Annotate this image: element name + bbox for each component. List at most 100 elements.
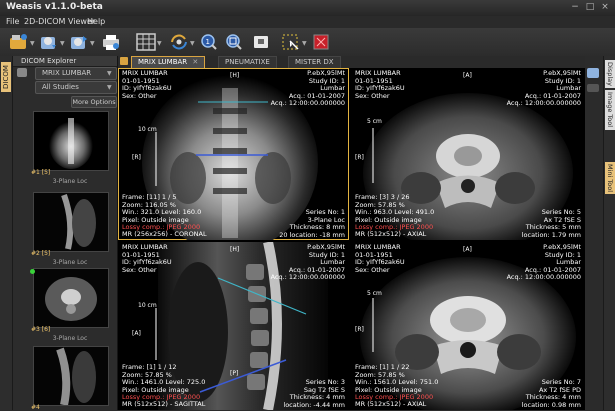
open-dicom-button[interactable] — [8, 32, 30, 52]
tool-icon[interactable] — [587, 68, 599, 78]
loaded-indicator — [30, 269, 35, 274]
tab-label: PNEUMATIXE — [225, 58, 270, 66]
series-info-overlay: Series No: 3 Sag T2 fSE S Thickness: 4 m… — [283, 378, 345, 409]
import-icon — [41, 37, 56, 49]
export-button[interactable] — [68, 32, 90, 52]
tab-mister-dx[interactable]: MISTER DX — [288, 56, 341, 68]
series-thumbnail-2[interactable] — [33, 192, 109, 252]
minimize-button[interactable]: − — [570, 2, 580, 12]
studies-select[interactable]: All Studies ▼ — [35, 81, 117, 94]
chevron-down-icon: ▼ — [107, 70, 112, 77]
scale-label: 5 cm — [367, 118, 382, 125]
orientation-left: [A] — [132, 330, 141, 337]
viewport-sagittal[interactable]: MRIX LUMBAR 01-01-1951 ID: yIfYf6zak6U S… — [118, 242, 349, 410]
close-record-button[interactable] — [310, 32, 332, 52]
studies-select-value: All Studies — [42, 83, 79, 91]
chevron-down-icon[interactable]: ▼ — [302, 40, 308, 47]
thumbnail-number: #3 [6] — [31, 326, 51, 333]
close-button[interactable]: × — [600, 2, 610, 12]
sync-icon — [171, 34, 187, 50]
modality-info: MR (512x512) - AXIAL — [355, 400, 427, 408]
orientation-top: [H] — [230, 72, 240, 79]
tool-icon[interactable] — [587, 84, 599, 92]
screenshot-icon — [254, 36, 268, 48]
tab-pneumatixe[interactable]: PNEUMATIXE — [218, 56, 277, 68]
patient-select-value: MRIX LUMBAR — [42, 69, 92, 77]
print-button[interactable] — [100, 32, 122, 52]
thumb-sagittal — [34, 193, 108, 251]
scale-label: 10 cm — [138, 302, 157, 309]
orientation-top: [H] — [230, 246, 240, 253]
series-thumbnail-4[interactable] — [33, 346, 109, 406]
export-icon — [71, 36, 87, 49]
frame-info-overlay: Frame: [11] 1 / 5 Zoom: 116.05 % Win.: 3… — [122, 193, 202, 224]
measure-button[interactable] — [280, 32, 302, 52]
toolbar: ▼ ▼ ▼ ▼ ▼ 1 ▼ — [0, 28, 615, 57]
series-info-overlay: Series No: 7 Ax T2 fSE PD Thickness: 4 m… — [521, 378, 581, 409]
viewport-axial-1[interactable]: MRIX LUMBAR 01-01-1951 ID: yIfYf6zak6U S… — [351, 68, 585, 240]
tab-mini-tool[interactable]: Mini Tool — [605, 162, 615, 194]
study-info-overlay: P.ebX,95lMt Study ID: 1 Lumbar Acq.: 01-… — [506, 243, 581, 281]
screenshot-button[interactable] — [250, 32, 272, 52]
viewport-axial-2[interactable]: MRIX LUMBAR 01-01-1951 ID: yIfYf6zak6U S… — [351, 242, 585, 410]
thumb-sagittal-2 — [34, 347, 108, 405]
tab-dicom[interactable]: DICOM — [1, 62, 11, 92]
tab-image-tool[interactable]: Image Tool — [605, 90, 615, 130]
layout-button[interactable] — [135, 32, 157, 52]
patient-icon — [17, 68, 27, 77]
tab-display[interactable]: Display — [605, 60, 615, 88]
import-button[interactable] — [38, 32, 60, 52]
frame-info-overlay: Frame: [1] 1 / 22 Zoom: 57.85 % Win.: 15… — [355, 363, 439, 394]
zoom-fit-button[interactable] — [223, 32, 245, 52]
dicom-explorer-panel: DICOM Explorer MRIX LUMBAR ▼ All Studies… — [13, 56, 118, 411]
viewer-grid: MRIX LUMBAR 01-01-1951 ID: yIfYf6zak6U S… — [118, 68, 585, 410]
layout-grid-icon — [136, 33, 156, 51]
maximize-button[interactable]: □ — [585, 2, 595, 12]
menu-dicom-viewer[interactable]: 2D-DICOM Viewer — [24, 17, 95, 26]
orientation-left: [R] — [355, 154, 364, 161]
menu-bar: File 2D-DICOM Viewer Help — [0, 16, 615, 28]
viewport-coronal[interactable]: MRIX LUMBAR 01-01-1951 ID: yIfYf6zak6U S… — [118, 68, 349, 240]
image-tab-bar: MRIX LUMBAR ✕ PNEUMATIXE MISTER DX — [118, 56, 585, 68]
series-thumbnail-1[interactable] — [33, 111, 109, 171]
zoom-button[interactable]: 1 — [198, 32, 220, 52]
thumbnail-caption: 3-Plane Loc — [52, 335, 88, 342]
explorer-header: DICOM Explorer — [13, 56, 117, 67]
patient-info-overlay: MRIX LUMBAR 01-01-1951 ID: yIfYf6zak6U S… — [355, 69, 405, 100]
explorer-title: DICOM Explorer — [21, 57, 77, 65]
modality-info: MR (512x512) - SAGITTAL — [122, 400, 206, 408]
open-dicom-icon — [10, 34, 27, 49]
measure-icon — [282, 34, 299, 50]
series-thumbnail-3[interactable] — [33, 268, 109, 328]
sync-button[interactable] — [168, 32, 190, 52]
more-options-button[interactable]: More Options — [71, 96, 117, 108]
thumbnail-caption: 3-Plane Loc — [52, 178, 88, 185]
right-tab-strip: Display Image Tool Mini Tool — [603, 56, 615, 410]
chevron-down-icon[interactable]: ▼ — [190, 40, 196, 47]
chevron-down-icon[interactable]: ▼ — [90, 40, 96, 47]
orientation-bottom: [P] — [230, 370, 239, 377]
scale-label: 10 cm — [138, 126, 157, 133]
tab-close-icon[interactable]: ✕ — [192, 58, 198, 66]
chevron-down-icon: ▼ — [107, 84, 112, 91]
menu-help[interactable]: Help — [87, 17, 105, 26]
tab-mrix-lumbar[interactable]: MRIX LUMBAR ✕ — [131, 56, 206, 68]
right-tool-strip — [585, 56, 603, 410]
thumb-coronal — [49, 118, 93, 169]
thumbnail-number: #1 [5] — [31, 169, 51, 176]
chevron-down-icon[interactable]: ▼ — [157, 40, 163, 47]
orientation-top: [A] — [463, 72, 472, 79]
menu-file[interactable]: File — [6, 17, 19, 26]
container-icon — [120, 57, 128, 65]
thumbnail-number: #2 [5] — [31, 250, 51, 257]
zoom-icon: 1 — [201, 34, 217, 50]
chevron-down-icon[interactable]: ▼ — [30, 40, 36, 47]
chevron-down-icon[interactable]: ▼ — [60, 40, 66, 47]
patient-select[interactable]: MRIX LUMBAR ▼ — [35, 67, 117, 80]
print-icon — [103, 35, 119, 50]
study-info-overlay: P.ebX,95lMt Study ID: 1 Lumbar Acq.: 01-… — [270, 243, 345, 281]
modality-info: MR (256x256) - CORONAL — [122, 230, 207, 238]
study-info-overlay: P.ebX,95lMt Study ID: 1 Lumbar Acq.: 01-… — [270, 69, 345, 107]
patient-info-overlay: MRIX LUMBAR 01-01-1951 ID: yIfYf6zak6U S… — [355, 243, 405, 274]
left-tab-strip: DICOM — [0, 56, 13, 410]
